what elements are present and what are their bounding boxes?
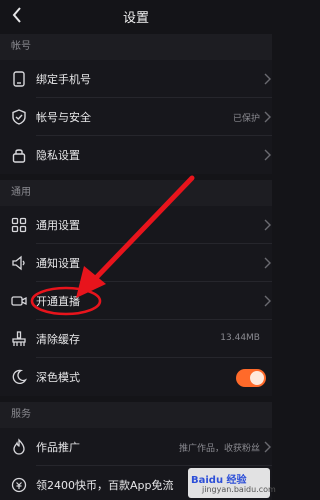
settings-row-label: 绑定手机号	[36, 73, 91, 86]
speaker-icon	[12, 255, 25, 271]
baidu-jingyan-watermark: Baidu 经验 jingyan.baidu.com	[188, 468, 276, 498]
broom-icon	[12, 331, 26, 346]
coin-icon	[11, 477, 27, 493]
promotion-hint: 推广作品，收获粉丝	[178, 444, 260, 454]
section-header-account: 帐号	[0, 34, 272, 60]
settings-row-general[interactable]: 通用设置	[0, 206, 272, 244]
settings-row-dark-mode: 深色模式	[0, 358, 272, 396]
chevron-right-icon	[264, 295, 271, 307]
watermark-logo: Baidu 经验	[191, 475, 247, 486]
cache-size: 13.44MB	[220, 333, 260, 343]
settings-row-label: 通知设置	[36, 257, 80, 270]
settings-row-label: 作品推广	[36, 441, 80, 454]
settings-row-bind-phone[interactable]: 绑定手机号	[0, 60, 272, 98]
chevron-right-icon	[264, 257, 271, 269]
settings-row-label: 开通直播	[36, 295, 80, 308]
settings-row-account-security[interactable]: 帐号与安全 已保护	[0, 98, 272, 136]
section-header-service: 服务	[0, 402, 272, 428]
settings-row-label: 隐私设置	[36, 149, 80, 162]
settings-row-clear-cache[interactable]: 清除缓存 13.44MB	[0, 320, 272, 358]
settings-row-label: 帐号与安全	[36, 111, 91, 124]
dark-mode-toggle[interactable]	[236, 369, 266, 387]
flame-icon	[13, 438, 25, 455]
grid-icon	[11, 217, 27, 233]
chevron-right-icon	[264, 149, 271, 161]
settings-row-label: 清除缓存	[36, 333, 80, 346]
settings-row-label: 深色模式	[36, 371, 80, 384]
settings-row-notification[interactable]: 通知设置	[0, 244, 272, 282]
settings-row-label: 领2400快币，百款App免流	[36, 479, 174, 492]
moon-icon	[12, 369, 28, 384]
section-header-general: 通用	[0, 180, 272, 206]
chevron-right-icon	[264, 73, 271, 85]
shield-icon	[12, 109, 26, 125]
settings-row-privacy[interactable]: 隐私设置	[0, 136, 272, 174]
toggle-knob	[250, 371, 264, 385]
lock-icon	[12, 149, 26, 163]
watermark-url: jingyan.baidu.com	[202, 485, 276, 494]
protection-status: 已保护	[232, 114, 260, 124]
phone-icon	[13, 71, 25, 87]
video-camera-icon	[11, 296, 27, 306]
top-bar: 设置	[0, 0, 272, 34]
settings-row-label: 通用设置	[36, 219, 80, 232]
page-title: 设置	[122, 11, 149, 26]
chevron-right-icon	[264, 219, 271, 231]
chevron-right-icon	[264, 441, 271, 453]
settings-row-promotion[interactable]: 作品推广 推广作品，收获粉丝	[0, 428, 272, 466]
chevron-right-icon	[264, 111, 271, 123]
settings-row-live[interactable]: 开通直播	[0, 282, 272, 320]
